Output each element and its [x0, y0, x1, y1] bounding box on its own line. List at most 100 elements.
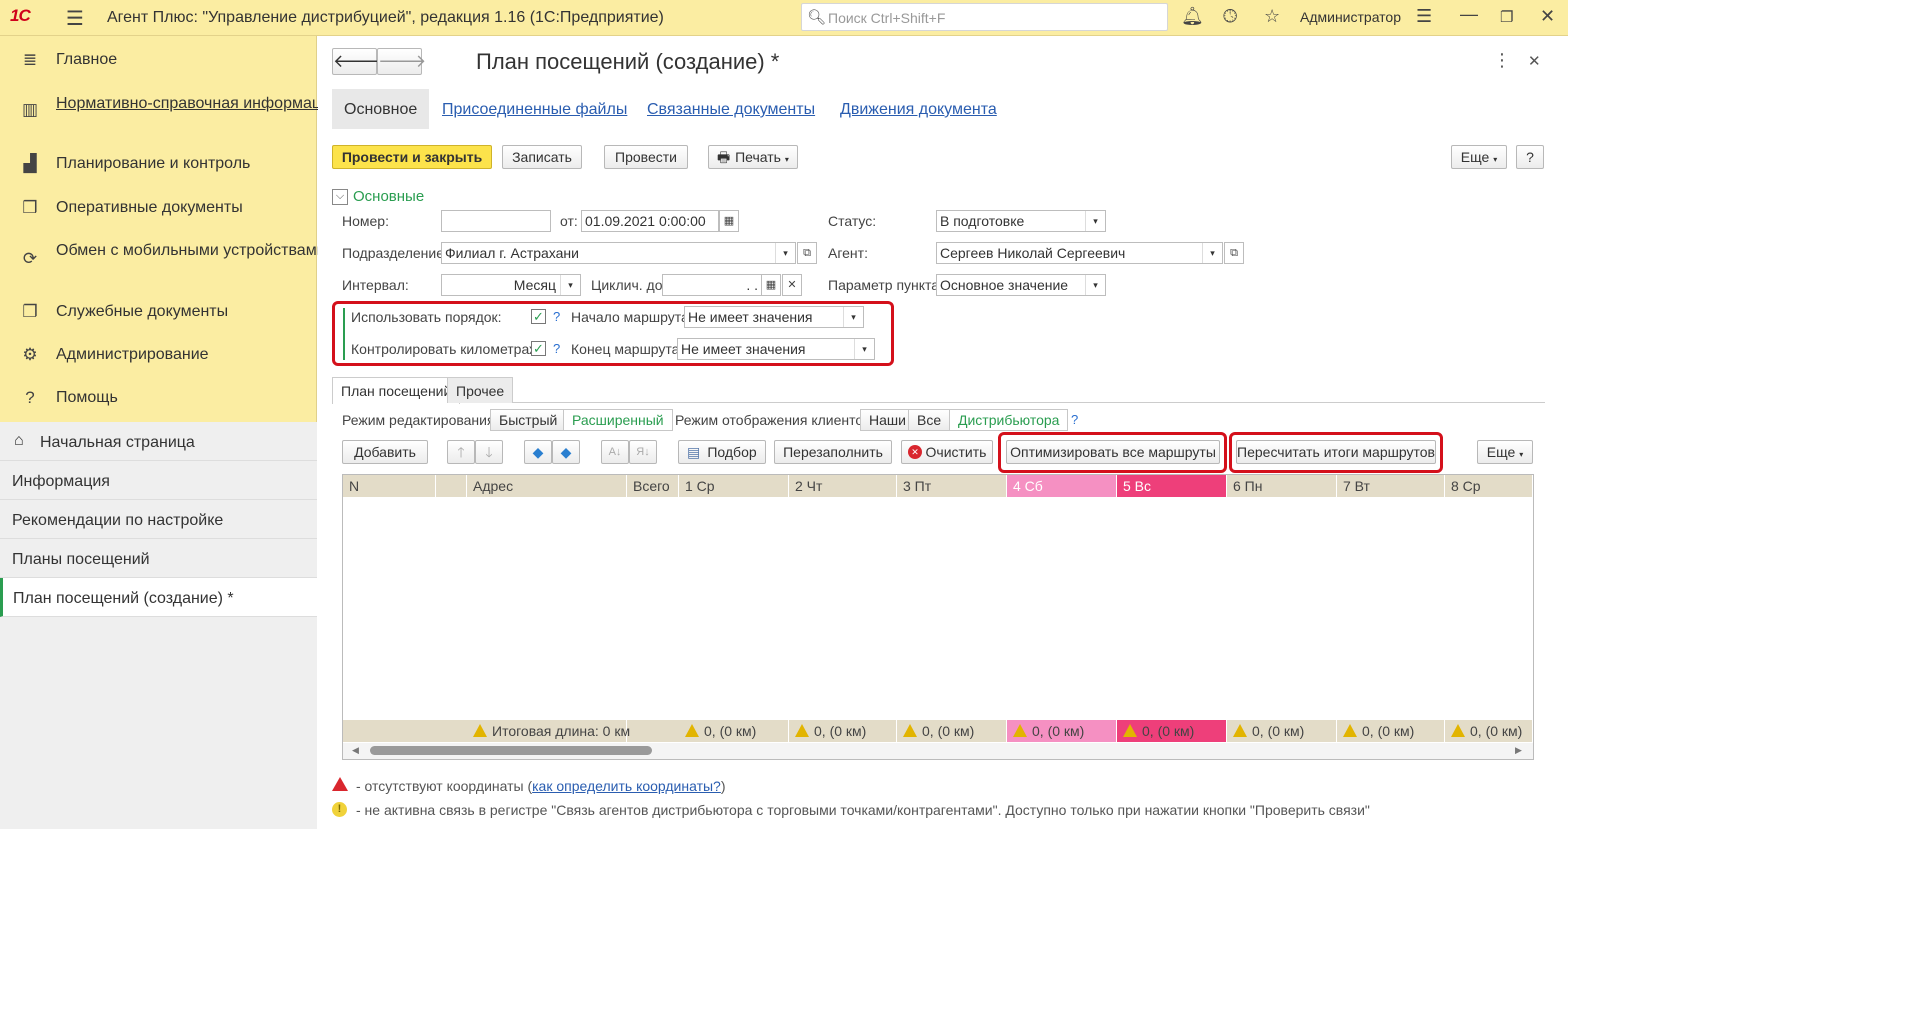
back-button[interactable]: 🡐 [332, 48, 381, 75]
column-header[interactable]: 2 Чт [789, 475, 897, 497]
star-icon[interactable]: ☆ [1264, 6, 1280, 27]
move-up-button[interactable]: 🡑 [447, 440, 475, 464]
column-header[interactable]: 7 Вт [1337, 475, 1445, 497]
post-and-close-button[interactable]: Провести и закрыть [332, 145, 492, 169]
open-item-visit-plans[interactable]: Планы посещений [0, 539, 317, 578]
user-name[interactable]: Администратор [1300, 9, 1401, 25]
sort-desc-button[interactable]: Я↓ [629, 440, 657, 464]
collapse-group-icon[interactable]: ⌵ [332, 189, 348, 205]
column-header[interactable]: Адрес [467, 475, 627, 497]
optimize-routes-button[interactable]: Оптимизировать все маршруты [1006, 440, 1220, 464]
dropdown-icon[interactable]: ▾ [775, 243, 795, 263]
save-button[interactable]: Записать [502, 145, 582, 169]
interval-select[interactable]: Месяц ▾ [441, 274, 581, 296]
sort-asc-button[interactable]: A↓ [601, 440, 629, 464]
open-item-current-form[interactable]: План посещений (создание) * [0, 578, 317, 617]
column-header[interactable]: 3 Пт [897, 475, 1007, 497]
column-header[interactable]: N [343, 475, 436, 497]
minimize-icon[interactable]: — [1460, 4, 1478, 25]
shift-right-button[interactable]: ◆ [552, 440, 580, 464]
column-header[interactable]: 8 Ср [1445, 475, 1533, 497]
table-more-button[interactable]: Еще ▾ [1477, 440, 1533, 464]
visit-plan-table[interactable] [342, 474, 1534, 760]
open-item-info[interactable]: Информация [0, 461, 317, 500]
close-window-icon[interactable]: ✕ [1540, 6, 1555, 27]
column-header[interactable]: 1 Ср [679, 475, 789, 497]
display-mode-help-icon[interactable]: ? [1071, 412, 1078, 427]
clear-date-icon[interactable]: ✕ [782, 274, 802, 296]
dropdown-icon[interactable]: ▾ [843, 307, 863, 327]
column-header[interactable] [436, 475, 467, 497]
column-header[interactable]: 6 Пн [1227, 475, 1337, 497]
close-form-icon[interactable]: ✕ [1528, 52, 1541, 70]
scroll-left-icon[interactable]: ◀ [352, 745, 359, 756]
dropdown-icon[interactable]: ▾ [854, 339, 874, 359]
print-button[interactable]: 🖶︎ Печать ▾ [708, 145, 798, 169]
open-item-home[interactable]: ⌂ Начальная страница [0, 422, 317, 461]
scroll-right-icon[interactable]: ▶ [1515, 745, 1522, 756]
edit-mode-fast[interactable]: Быстрый [490, 409, 567, 431]
tab-visit-plan[interactable]: План посещений [332, 377, 461, 404]
display-mode-distributor[interactable]: Дистрибьютора [949, 409, 1069, 431]
more-button[interactable]: Еще ▾ [1451, 145, 1507, 169]
hamburger-icon[interactable]: ☰ [66, 6, 84, 31]
clear-button[interactable]: ✕ Очистить [901, 440, 993, 464]
history-icon[interactable]: 🕓︎ [1223, 6, 1237, 27]
dropdown-icon[interactable]: ▾ [1202, 243, 1222, 263]
footer-total: Итоговая длина: 0 км [467, 720, 630, 742]
dropdown-icon[interactable]: ▾ [560, 275, 580, 295]
route-end-select[interactable]: Не имеет значения ▾ [677, 338, 875, 360]
column-header[interactable]: Всего [627, 475, 679, 497]
footer-cell-text: 0, (0 км) [1470, 723, 1523, 739]
edit-mode-extended[interactable]: Расширенный [563, 409, 673, 431]
pick-button[interactable]: ▤ Подбор [678, 440, 766, 464]
shift-left-button[interactable]: ◆ [524, 440, 552, 464]
search-input[interactable]: 🔍︎ Поиск Ctrl+Shift+F [801, 3, 1168, 31]
bell-icon[interactable]: 🔔︎ [1181, 6, 1204, 27]
point-param-select[interactable]: Основное значение ▾ [936, 274, 1106, 296]
recalc-totals-button[interactable]: Пересчитать итоги маршрутов [1236, 440, 1436, 464]
help-button[interactable]: ? [1516, 145, 1544, 169]
calendar-icon[interactable]: ▦ [719, 210, 739, 232]
tab-attached-files[interactable]: Присоединенные файлы [442, 101, 627, 119]
status-select[interactable]: В подготовке ▾ [936, 210, 1106, 232]
more-vertical-icon[interactable]: ⋮ [1493, 50, 1511, 71]
tab-other[interactable]: Прочее [447, 377, 514, 403]
restore-icon[interactable]: ❐ [1500, 8, 1513, 26]
add-button[interactable]: Добавить [342, 440, 428, 464]
coords-help-link[interactable]: как определить координаты? [532, 778, 721, 794]
use-order-help-icon[interactable]: ? [553, 309, 560, 324]
display-mode-all[interactable]: Все [908, 409, 951, 431]
route-start-select[interactable]: Не имеет значения ▾ [684, 306, 864, 328]
use-order-checkbox[interactable]: ✓ [531, 309, 546, 324]
date-input[interactable]: 01.09.2021 0:00:00 [581, 210, 719, 232]
agent-select[interactable]: Сергеев Николай Сергеевич ▾ [936, 242, 1223, 264]
calendar-icon[interactable]: ▦ [761, 274, 781, 296]
refill-button[interactable]: Перезаполнить [774, 440, 892, 464]
column-header-saturday[interactable]: 4 Сб [1007, 475, 1117, 497]
open-agent-icon[interactable]: ⧉ [1224, 242, 1244, 264]
forward-button[interactable]: 🡒 [377, 48, 426, 75]
open-division-icon[interactable]: ⧉ [797, 242, 817, 264]
column-header-sunday[interactable]: 5 Вс [1117, 475, 1227, 497]
open-item-recommendations[interactable]: Рекомендации по настройке [0, 500, 317, 539]
move-down-button[interactable]: 🡓 [475, 440, 503, 464]
cycle-input[interactable]: . . [662, 274, 762, 296]
tab-main[interactable]: Основное [332, 89, 429, 129]
settings-menu-icon[interactable]: ☰ [1416, 6, 1432, 27]
tab-related-docs[interactable]: Связанные документы [647, 101, 815, 119]
control-km-help-icon[interactable]: ? [553, 341, 560, 356]
post-button[interactable]: Провести [604, 145, 688, 169]
clear-label: Очистить [925, 444, 987, 460]
dropdown-icon[interactable]: ▾ [1085, 275, 1105, 295]
tab-doc-movements[interactable]: Движения документа [840, 101, 997, 119]
display-mode-ours[interactable]: Наши [860, 409, 915, 431]
arrow-up-icon: 🡑 [457, 444, 465, 460]
division-select[interactable]: Филиал г. Астрахани ▾ [441, 242, 796, 264]
scrollbar-thumb[interactable] [370, 746, 652, 755]
control-km-checkbox[interactable]: ✓ [531, 341, 546, 356]
dropdown-icon[interactable]: ▾ [1085, 211, 1105, 231]
number-input[interactable] [441, 210, 551, 232]
service-docs-icon: ❐ [22, 302, 38, 321]
agent-label: Агент: [828, 245, 868, 261]
